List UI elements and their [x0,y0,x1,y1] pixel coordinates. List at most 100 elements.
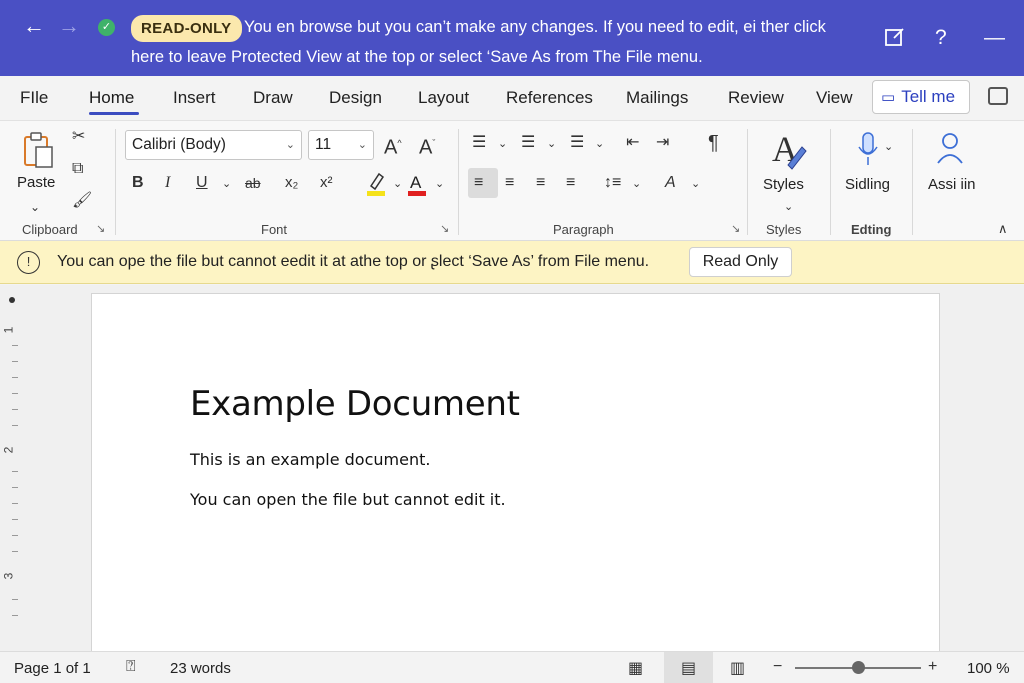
shrink-font-icon[interactable]: Aˇ [419,133,435,158]
ruler-tick [12,425,18,426]
read-mode-icon[interactable]: ▦ [628,658,643,678]
chevron-down-icon[interactable]: ⌄ [393,174,402,194]
tab-mailings[interactable]: Mailings [626,88,688,108]
forward-arrow-icon[interactable]: → [57,14,81,38]
tab-file[interactable]: FIle [20,88,48,108]
group-divider [747,129,748,235]
justify-icon[interactable]: ≡ [566,173,575,193]
read-only-button[interactable]: Read Only [689,247,792,277]
shading-icon[interactable]: A [665,173,676,193]
tab-references[interactable]: References [506,88,593,108]
chevron-down-icon[interactable]: ⌄ [784,197,793,217]
bullets-icon[interactable]: ☰ [472,133,486,153]
chevron-down-icon[interactable]: ⌄ [498,134,507,154]
zoom-out-button[interactable]: − [773,658,782,676]
ruler-tick [12,377,18,378]
numbering-icon[interactable]: ☰ [521,133,535,153]
chevron-down-icon[interactable]: ⌄ [595,134,604,154]
italic-button[interactable]: I [165,173,170,193]
document-title[interactable]: Example Document [190,384,520,424]
page-count[interactable]: Page 1 of 1 [14,660,91,677]
chevron-down-icon[interactable]: ⌄ [222,174,231,194]
assistant-button[interactable]: Assi iin [928,176,976,193]
show-formatting-icon[interactable]: ¶ [708,133,719,153]
copy-icon[interactable]: ⧉ [72,159,83,179]
document-paragraph[interactable]: You can open the file but cannot edit it… [190,490,506,509]
increase-indent-icon[interactable]: ⇥ [656,133,669,153]
format-painter-icon[interactable]: 🖌 [72,191,92,211]
banner-message-line-1[interactable]: You en browse but you can’t make any cha… [244,18,826,37]
tell-me-button[interactable]: ▭ Tell me [872,80,970,114]
read-only-infobar: ! You can ope the file but cannot eedit … [0,241,1024,284]
document-page[interactable]: Example Document This is an example docu… [91,293,940,673]
subscript-button[interactable]: x₂ [285,173,298,193]
chevron-down-icon[interactable]: ⌄ [884,137,893,157]
ruler-tick [12,503,18,504]
ruler-marker[interactable] [9,297,15,303]
tab-insert[interactable]: Insert [173,88,216,108]
document-paragraph[interactable]: This is an example document. [190,450,430,469]
underline-button[interactable]: U [196,173,208,193]
styles-button[interactable]: Styles [763,176,804,193]
font-size-select[interactable]: 11 ⌄ [308,130,374,160]
superscript-button[interactable]: x² [320,173,333,193]
styles-icon[interactable]: A [768,127,808,177]
protected-view-banner: ← → ✓ READ-ONLY You en browse but you ca… [0,0,1024,76]
decrease-indent-icon[interactable]: ⇤ [626,133,639,153]
strikethrough-button[interactable]: ab [245,173,261,193]
ribbon-display-icon[interactable] [988,87,1008,105]
zoom-in-button[interactable]: + [928,658,937,676]
line-spacing-icon[interactable]: ↕≡ [604,173,621,193]
proofing-icon[interactable]: ⍰ [126,658,136,676]
vertical-ruler: 1 2 3 [0,285,24,651]
paste-icon[interactable] [22,131,56,177]
grow-font-icon[interactable]: A^ [384,133,402,158]
word-count[interactable]: 23 words [170,660,231,677]
tab-review[interactable]: Review [728,88,784,108]
banner-message-line-2[interactable]: here to leave Protected View at the top … [131,48,703,67]
zoom-level[interactable]: 100 % [967,660,1010,677]
font-name-select[interactable]: Calibri (Body) ⌄ [125,130,302,160]
paste-options-chevron-icon[interactable]: ⌄ [30,197,40,217]
multilevel-list-icon[interactable]: ☰ [570,133,584,153]
edit-icon[interactable] [884,26,906,54]
align-center-icon[interactable]: ≡ [505,173,514,193]
paragraph-group-label: Paragraph [553,222,614,237]
align-right-icon[interactable]: ≡ [536,173,545,193]
tab-layout[interactable]: Layout [418,88,469,108]
chevron-down-icon[interactable]: ⌄ [435,174,444,194]
clipboard-launcher-icon[interactable]: ↘ [96,222,105,235]
dictate-button[interactable]: Sidling [845,176,890,193]
paragraph-launcher-icon[interactable]: ↘ [731,222,740,235]
back-arrow-icon[interactable]: ← [22,14,46,38]
read-only-badge: READ-ONLY [131,15,242,42]
cut-icon[interactable]: ✂ [72,127,85,147]
chevron-down-icon[interactable]: ⌄ [691,174,700,194]
web-layout-icon[interactable]: ▥ [730,658,745,678]
font-color-icon[interactable]: A [407,171,427,203]
tab-view[interactable]: View [816,88,853,108]
assistant-icon[interactable] [935,131,965,171]
info-icon: ! [17,251,40,274]
ruler-tick [12,361,18,362]
print-layout-icon[interactable]: ▤ [681,658,696,678]
tab-draw[interactable]: Draw [253,88,293,108]
chevron-down-icon[interactable]: ⌄ [547,134,556,154]
chevron-down-icon[interactable]: ⌄ [632,174,641,194]
tab-home[interactable]: Home [89,88,134,108]
align-left-icon[interactable]: ≡ [474,173,483,193]
minimize-icon[interactable]: — [984,26,1005,50]
bold-button[interactable]: B [132,173,144,193]
tab-design[interactable]: Design [329,88,382,108]
active-tab-indicator [89,112,139,115]
help-icon[interactable]: ? [935,26,947,50]
collapse-ribbon-icon[interactable]: ∧ [998,219,1008,239]
font-launcher-icon[interactable]: ↘ [440,222,449,235]
group-divider [830,129,831,235]
paste-button[interactable]: Paste [17,174,55,191]
microphone-icon[interactable] [856,131,880,175]
highlighter-icon[interactable] [366,171,386,203]
zoom-slider-thumb[interactable] [852,661,865,674]
ruler-tick [12,519,18,520]
menu-tabs: FIle Home Insert Draw Design Layout Refe… [0,76,1024,120]
